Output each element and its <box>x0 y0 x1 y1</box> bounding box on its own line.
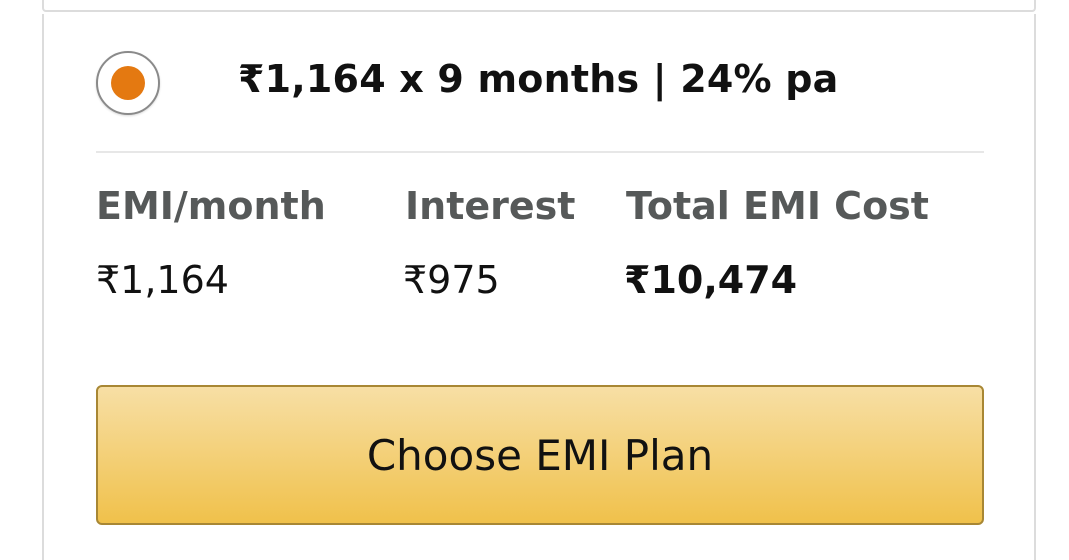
emi-month-value: ₹1,164 <box>96 258 229 302</box>
plan-radio-row[interactable] <box>96 45 160 121</box>
interest-header: Interest <box>405 184 576 228</box>
total-emi-cost-header: Total EMI Cost <box>626 184 929 228</box>
interest-value: ₹975 <box>403 258 500 302</box>
plan-radio-button[interactable] <box>96 51 160 115</box>
plan-label[interactable]: ₹1,164 x 9 months | 24% pa <box>238 57 838 101</box>
total-emi-cost-value: ₹10,474 <box>624 258 798 302</box>
radio-selected-dot <box>111 66 145 100</box>
emi-month-header: EMI/month <box>96 184 326 228</box>
divider <box>96 151 984 153</box>
emi-plan-page: ₹1,164 x 9 months | 24% pa EMI/month Int… <box>0 0 1069 560</box>
previous-card-edge <box>42 0 1036 12</box>
choose-emi-plan-button[interactable]: Choose EMI Plan <box>96 385 984 525</box>
